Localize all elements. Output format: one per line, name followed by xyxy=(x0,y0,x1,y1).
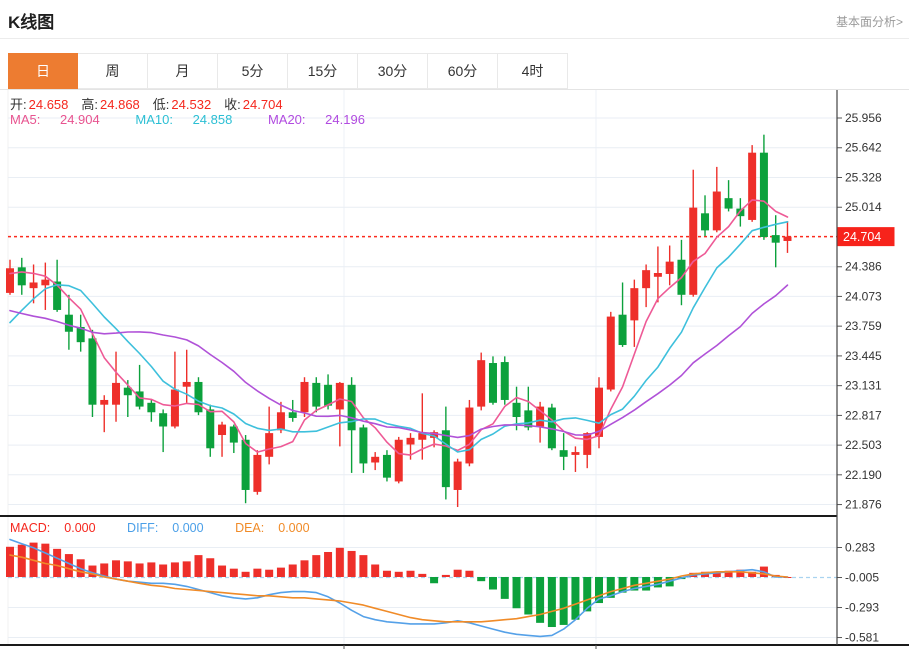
svg-text:-0.581: -0.581 xyxy=(845,631,879,645)
kline-app: K线图 基本面分析> 日 周 月 5分 15分 30分 60分 4时 开: 24.… xyxy=(0,0,909,649)
svg-text:24.386: 24.386 xyxy=(845,260,882,274)
svg-text:23.445: 23.445 xyxy=(845,349,882,363)
fundamental-analysis-link[interactable]: 基本面分析> xyxy=(836,13,903,30)
svg-text:21.876: 21.876 xyxy=(845,498,882,512)
svg-text:25.956: 25.956 xyxy=(845,111,882,125)
kline-chart[interactable]: 25.956 25.642 25.328 25.014 24.386 24.073 23.7… xyxy=(0,89,909,649)
svg-text:25.642: 25.642 xyxy=(845,141,882,155)
svg-text:22.503: 22.503 xyxy=(845,438,882,452)
close-value: 24.704 xyxy=(242,97,283,112)
macd-value-label: MACD: 0.000 xyxy=(10,521,96,535)
ma10-legend: MA10: 24.858 xyxy=(135,112,233,127)
tab-day[interactable]: 日 xyxy=(8,53,78,89)
svg-text:25.014: 25.014 xyxy=(845,200,882,214)
dea-value-label: DEA: 0.000 xyxy=(235,521,310,535)
open-label: 开: xyxy=(10,97,27,112)
macd-legend-row: MACD: 0.000 DIFF: 0.000 DEA: 0.000 xyxy=(10,521,338,535)
header-divider xyxy=(0,38,909,39)
high-label: 高: xyxy=(81,97,99,112)
ohlc-row: 开: 24.658 高: 24.868 低: 24.532 收: 24.704 xyxy=(10,94,296,113)
ma-legend-row: MA5: 24.904 MA10: 24.858 MA20: 24.196 xyxy=(10,112,397,127)
svg-text:-0.005: -0.005 xyxy=(845,571,879,585)
high-value: 24.868 xyxy=(100,97,140,112)
tab-month[interactable]: 月 xyxy=(148,53,218,89)
low-value: 24.532 xyxy=(171,97,212,112)
svg-text:24.073: 24.073 xyxy=(845,289,882,303)
svg-text:0.283: 0.283 xyxy=(845,541,875,555)
tab-30min[interactable]: 30分 xyxy=(358,53,428,89)
ma5-legend: MA5: 24.904 xyxy=(10,112,100,127)
diff-value-label: DIFF: 0.000 xyxy=(127,521,204,535)
tab-week[interactable]: 周 xyxy=(78,53,148,89)
tab-60min[interactable]: 60分 xyxy=(428,53,498,89)
low-label: 低: xyxy=(152,97,170,112)
svg-text:22.190: 22.190 xyxy=(845,468,882,482)
tab-15min[interactable]: 15分 xyxy=(288,53,358,89)
period-tabs: 日 周 月 5分 15分 30分 60分 4时 xyxy=(8,53,568,89)
ma20-legend: MA20: 24.196 xyxy=(267,112,365,127)
svg-text:23.131: 23.131 xyxy=(845,379,882,393)
tab-4hour[interactable]: 4时 xyxy=(498,53,568,89)
svg-text:22.817: 22.817 xyxy=(845,408,882,422)
tab-5min[interactable]: 5分 xyxy=(218,53,288,89)
open-value: 24.658 xyxy=(28,97,69,112)
svg-text:24.704: 24.704 xyxy=(843,230,881,244)
svg-text:-0.293: -0.293 xyxy=(845,601,879,615)
svg-text:25.328: 25.328 xyxy=(845,170,882,184)
close-label: 收: xyxy=(224,97,241,112)
svg-text:23.759: 23.759 xyxy=(845,319,882,333)
page-title: K线图 xyxy=(8,13,55,32)
